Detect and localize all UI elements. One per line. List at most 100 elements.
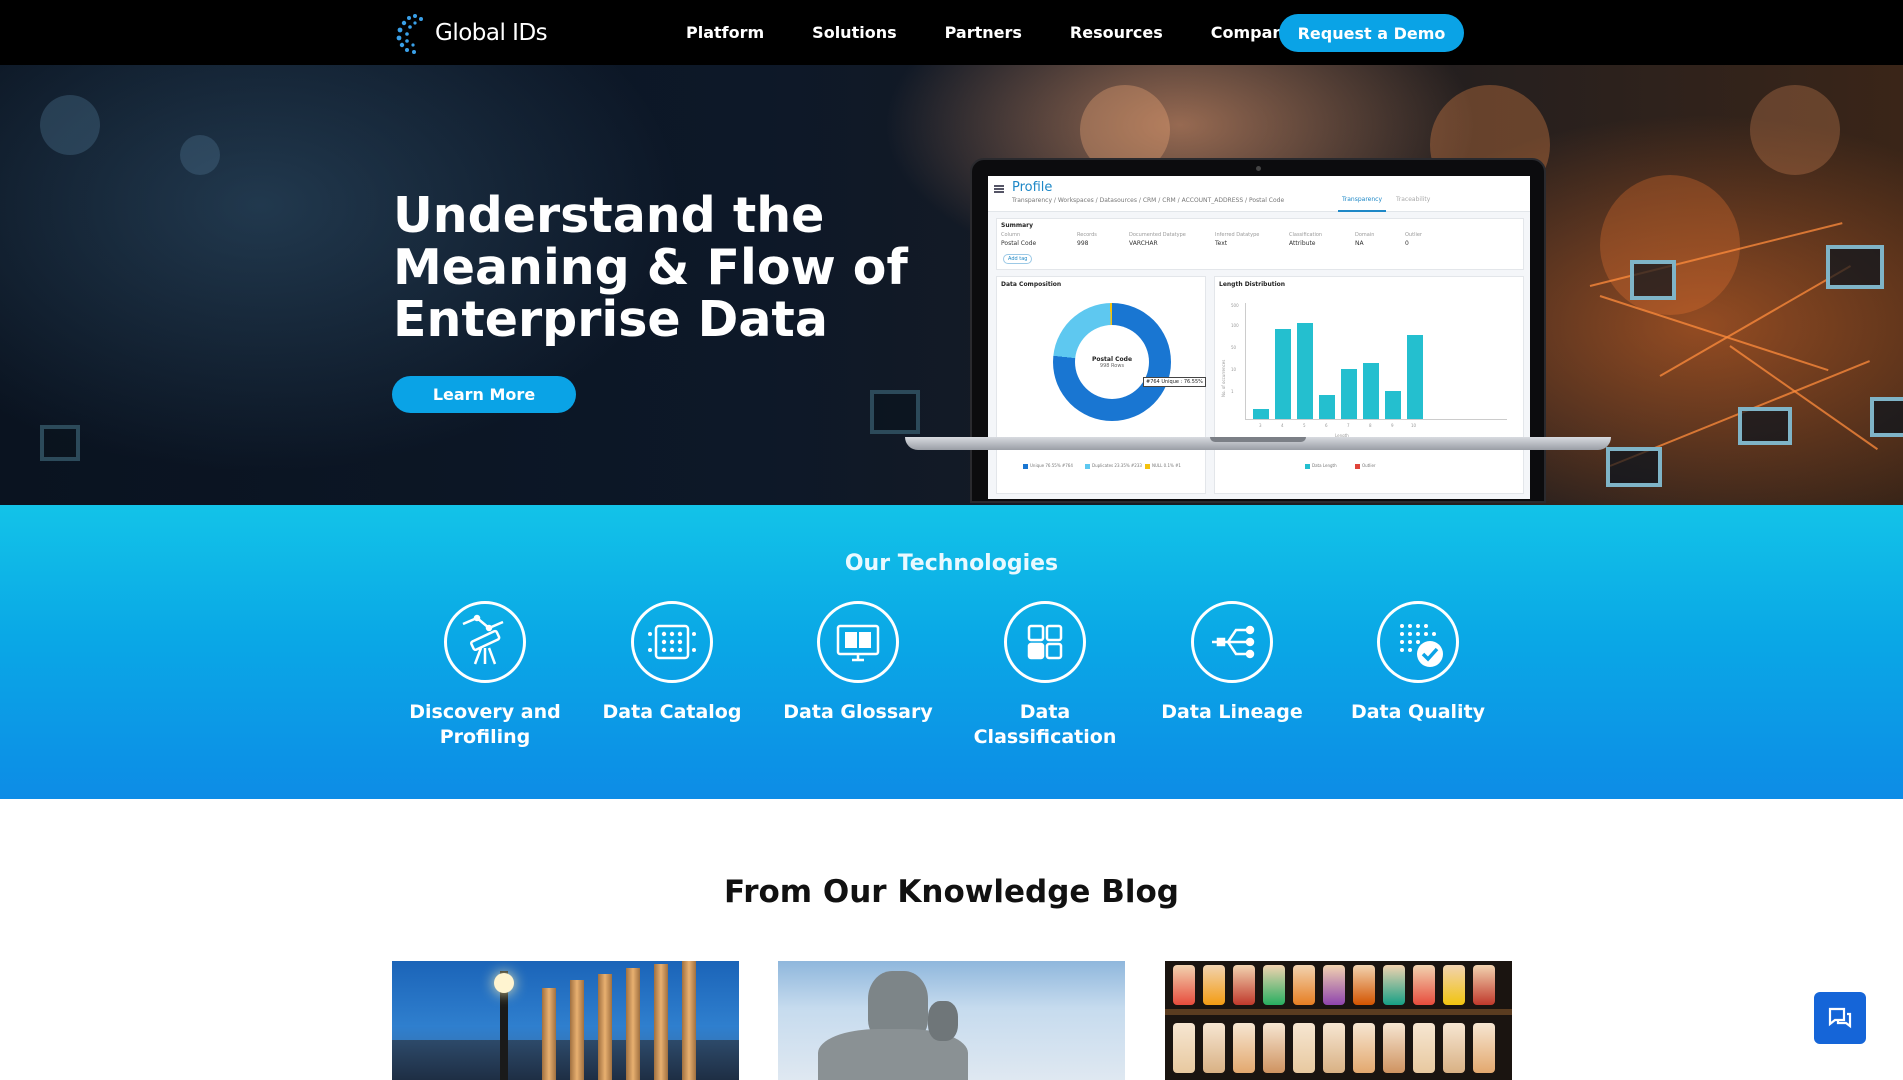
length-x-tick: 6 (1325, 423, 1328, 428)
length-bar (1407, 335, 1423, 419)
blog-card-candy-jars[interactable] (1165, 961, 1512, 1080)
blog-image-jar (1203, 965, 1225, 1005)
length-x-axis (1245, 419, 1507, 420)
tech-discovery-profiling[interactable]: Discovery and Profiling (392, 601, 578, 750)
length-bar (1385, 391, 1401, 419)
length-bar (1319, 395, 1335, 419)
blog-image-jar (1353, 965, 1375, 1005)
learn-more-button[interactable]: Learn More (392, 376, 576, 413)
legend-swatch (1023, 463, 1028, 469)
blog-image-jar (1173, 1023, 1195, 1073)
length-x-tick: 5 (1303, 423, 1306, 428)
tech-data-catalog[interactable]: Data Catalog (579, 601, 765, 725)
tech-data-classification[interactable]: Data Classification (952, 601, 1138, 750)
dashboard-breadcrumb: Transparency / Workspaces / Datasources … (1012, 197, 1285, 204)
length-x-tick: 10 (1411, 423, 1417, 428)
blog-image-jar (1233, 1023, 1255, 1073)
length-distribution-panel: Length Distribution No. of occurrences 1… (1214, 276, 1524, 494)
donut-label: Postal Code (1091, 355, 1133, 363)
tech-label: Data Lineage (1161, 701, 1303, 723)
active-tab-indicator (1338, 210, 1386, 212)
blog-image-jar (1293, 1023, 1315, 1073)
data-composition-panel: Data Composition Postal Code 998 Rows #7… (996, 276, 1206, 494)
network-cube (1738, 407, 1792, 445)
blog-image-column (654, 964, 668, 1080)
length-x-tick: 9 (1391, 423, 1394, 428)
tech-data-glossary[interactable]: Data Glossary (765, 601, 951, 725)
length-y-axis (1245, 303, 1246, 419)
top-navigation: Global IDs Platform Solutions Partners R… (0, 0, 1903, 65)
quality-check-icon (1377, 601, 1459, 683)
donut-center: Postal Code 998 Rows (1075, 325, 1149, 399)
technologies-title: Our Technologies (844, 551, 1059, 576)
chat-button[interactable] (1814, 992, 1866, 1044)
blog-image-column (626, 968, 640, 1080)
legend-swatch (1355, 463, 1360, 469)
network-cube (1826, 245, 1884, 289)
blog-image-shelf (1165, 1009, 1512, 1015)
logo-text: Global IDs (435, 20, 548, 46)
composition-legend-item: NULL 0.1% #1 (1145, 463, 1181, 469)
blog-image-jar (1383, 1023, 1405, 1073)
length-y-tick: 1 (1231, 389, 1234, 394)
hero-headline-line: Enterprise Data (393, 291, 828, 348)
blog-image-jar (1413, 965, 1435, 1005)
nav-partners[interactable]: Partners (945, 23, 1022, 42)
blog-image-jar (1203, 1023, 1225, 1073)
composition-legend-item: Unique 76.55% #764 (1023, 463, 1073, 469)
length-legend-item: Outlier (1355, 463, 1376, 469)
blog-image-jar (1443, 965, 1465, 1005)
global-ids-logo[interactable]: Global IDs (391, 10, 548, 56)
tech-data-quality[interactable]: Data Quality (1325, 601, 1511, 725)
summary-col-label: Inferred Datatype (1215, 232, 1260, 238)
monitor-book-icon (817, 601, 899, 683)
tech-label: Discovery and Profiling (409, 701, 561, 748)
summary-col-value: 998 (1077, 240, 1089, 247)
legend-text: Data Length (1312, 463, 1337, 468)
summary-col-value: NA (1355, 240, 1364, 247)
blog-image-column (570, 980, 584, 1080)
length-x-tick: 8 (1369, 423, 1372, 428)
summary-col-value: 0 (1405, 240, 1409, 247)
summary-panel: Summary Column Postal Code Records 998 D… (996, 218, 1524, 270)
hero-headline-line: Meaning & Flow of (393, 239, 908, 296)
telescope-icon (444, 601, 526, 683)
tech-label: Data Glossary (783, 701, 933, 723)
nav-platform[interactable]: Platform (686, 23, 764, 42)
length-bar (1297, 323, 1313, 419)
nav-resources[interactable]: Resources (1070, 23, 1163, 42)
length-bar (1275, 329, 1291, 419)
chat-bubble-icon (1828, 1007, 1852, 1029)
blog-image-statue-hand (928, 1001, 958, 1041)
bokeh-light (1750, 85, 1840, 175)
composition-title: Data Composition (1001, 281, 1062, 288)
dashboard-header: Profile Transparency / Workspaces / Data… (988, 176, 1530, 212)
composition-legend-item: Duplicates 23.35% #233 (1085, 463, 1142, 469)
network-cube (40, 425, 80, 461)
network-cube (1606, 447, 1662, 487)
request-demo-button[interactable]: Request a Demo (1279, 14, 1464, 52)
blog-image-jar (1443, 1023, 1465, 1073)
profile-dashboard-screenshot: Profile Transparency / Workspaces / Data… (988, 176, 1530, 499)
tech-label: Data Quality (1350, 701, 1486, 723)
blog-image-jar (1323, 1023, 1345, 1073)
network-cube (1630, 260, 1676, 300)
blog-image-column (682, 961, 696, 1080)
technologies-section: Our Technologies Discovery and Profiling… (0, 505, 1903, 799)
length-bar (1341, 369, 1357, 419)
length-bar (1253, 409, 1269, 419)
blog-image-column (542, 988, 556, 1080)
network-cube (870, 390, 920, 434)
blog-image-jar (1323, 965, 1345, 1005)
blog-image-jar (1263, 1023, 1285, 1073)
network-line (1599, 295, 1829, 372)
tech-data-lineage[interactable]: Data Lineage (1139, 601, 1325, 725)
summary-col-value: Attribute (1289, 240, 1316, 247)
summary-col-label: Documented Datatype (1129, 232, 1186, 238)
blog-card-architecture[interactable] (392, 961, 739, 1080)
legend-text: Duplicates 23.35% #233 (1092, 463, 1142, 468)
blog-card-statue[interactable] (778, 961, 1125, 1080)
hamburger-menu-icon (994, 185, 1004, 193)
nav-solutions[interactable]: Solutions (812, 23, 896, 42)
donut-sublabel: 998 Rows (1099, 362, 1125, 369)
